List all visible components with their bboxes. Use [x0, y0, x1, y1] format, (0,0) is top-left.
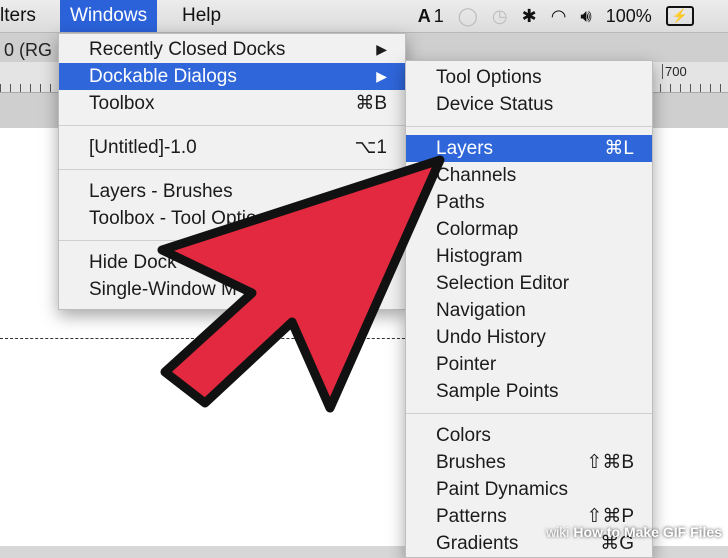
menu-item-undo-history[interactable]: Undo History	[406, 324, 652, 351]
menu-item-label: Sample Points	[436, 381, 559, 402]
menu-item-label: Hide Dock	[89, 252, 177, 273]
adobe-icon[interactable]: A1	[418, 6, 444, 27]
menu-item-label: Layers - Brushes	[89, 181, 233, 202]
menu-separator	[59, 169, 405, 170]
menu-item-tool-options[interactable]: Tool Options	[406, 64, 652, 91]
menu-item-device-status[interactable]: Device Status	[406, 91, 652, 118]
menu-item-dockable-dialogs[interactable]: Dockable Dialogs ▶	[59, 63, 405, 90]
windows-menu: Recently Closed Docks ▶ Dockable Dialogs…	[58, 33, 406, 310]
watermark: wiki How to Make GIF Files	[546, 524, 722, 540]
menu-item-label: Undo History	[436, 327, 546, 348]
menu-item-label: Toolbox	[89, 93, 155, 114]
menu-item-toolbox[interactable]: Toolbox ⌘B	[59, 90, 405, 117]
menu-item-single-window-mode[interactable]: Single-Window M	[59, 276, 405, 303]
status-area: A1 ◯ ◷ ✱ ◠ 🔊︎ 100% ⚡	[418, 0, 694, 32]
menu-item-selection-editor[interactable]: Selection Editor	[406, 270, 652, 297]
menu-item-label: Colormap	[436, 219, 519, 240]
ruler-mark: 700	[662, 64, 687, 79]
shortcut-label: ⇧⌘B	[586, 452, 634, 473]
shortcut-label: ⌘B	[355, 93, 387, 114]
menu-item-navigation[interactable]: Navigation	[406, 297, 652, 324]
menu-item-label: Device Status	[436, 94, 554, 115]
menu-item-toolbox-tool-options[interactable]: Toolbox - Tool Optio	[59, 205, 405, 232]
menu-filters[interactable]: lters	[0, 4, 36, 28]
menu-item-label: Tool Options	[436, 67, 542, 88]
menu-item-brushes[interactable]: Brushes ⇧⌘B	[406, 449, 652, 476]
menu-item-label: Single-Window M	[89, 279, 237, 300]
menu-item-hide-docks[interactable]: Hide Dock	[59, 249, 405, 276]
menu-separator	[406, 126, 652, 127]
menu-item-label: Toolbox - Tool Optio	[89, 208, 257, 229]
menu-item-channels[interactable]: Channels	[406, 162, 652, 189]
battery-percent: 100%	[605, 5, 652, 26]
menu-item-layers[interactable]: Layers ⌘L	[406, 135, 652, 162]
menu-item-label: Paths	[436, 192, 485, 213]
menu-item-label: Selection Editor	[436, 273, 570, 294]
menu-item-colormap[interactable]: Colormap	[406, 216, 652, 243]
menu-separator	[406, 413, 652, 414]
menu-item-pointer[interactable]: Pointer	[406, 351, 652, 378]
dockable-dialogs-submenu: Tool Options Device Status Layers ⌘L Cha…	[405, 60, 653, 558]
watermark-text: How to Make GIF Files	[573, 524, 722, 540]
menu-item-label: Dockable Dialogs	[89, 66, 237, 87]
menu-item-label: Gradients	[436, 533, 519, 554]
adobe-count: 1	[433, 5, 444, 26]
menu-item-label: [Untitled]-1.0	[89, 137, 197, 158]
menu-item-paths[interactable]: Paths	[406, 189, 652, 216]
menu-bar: lters Windows Help A1 ◯ ◷ ✱ ◠ 🔊︎ 100% ⚡	[0, 0, 728, 33]
menu-help[interactable]: Help	[182, 4, 221, 28]
battery-icon[interactable]: ⚡	[665, 6, 694, 26]
menu-item-histogram[interactable]: Histogram	[406, 243, 652, 270]
menu-item-label: Pointer	[436, 354, 497, 375]
menu-item-label: Recently Closed Docks	[89, 39, 286, 60]
menu-item-layers-brushes[interactable]: Layers - Brushes	[59, 178, 405, 205]
menu-item-label: Patterns	[436, 506, 507, 527]
menu-item-label: Brushes	[436, 452, 506, 473]
shortcut-label: ⌘L	[604, 138, 634, 159]
shortcut-label: ⌥1	[354, 137, 387, 158]
menu-item-untitled-image[interactable]: [Untitled]-1.0 ⌥1	[59, 134, 405, 161]
selection-marquee	[0, 338, 420, 339]
menu-windows[interactable]: Windows	[60, 0, 158, 32]
menu-item-colors[interactable]: Colors	[406, 422, 652, 449]
menu-item-sample-points[interactable]: Sample Points	[406, 378, 652, 405]
submenu-arrow-icon: ▶	[376, 68, 387, 84]
chat-bubble-icon[interactable]: ◯	[458, 6, 478, 27]
menu-item-label: Layers	[436, 138, 494, 159]
menu-item-label: Channels	[436, 165, 517, 186]
menu-separator	[59, 240, 405, 241]
wifi-icon[interactable]: ◠	[551, 6, 567, 27]
time-machine-icon[interactable]: ◷	[492, 6, 508, 27]
menu-item-recently-closed-docks[interactable]: Recently Closed Docks ▶	[59, 36, 405, 63]
menu-item-label: Navigation	[436, 300, 526, 321]
watermark-prefix: wiki	[546, 524, 570, 540]
menu-item-label: Histogram	[436, 246, 523, 267]
menu-separator	[59, 125, 405, 126]
submenu-arrow-icon: ▶	[376, 41, 387, 57]
menu-item-paint-dynamics[interactable]: Paint Dynamics	[406, 476, 652, 503]
volume-icon[interactable]: 🔊︎	[580, 6, 591, 27]
menu-item-label: Paint Dynamics	[436, 479, 568, 500]
window-title: 0 (RG	[4, 40, 53, 60]
menu-item-label: Colors	[436, 425, 491, 446]
bluetooth-icon[interactable]: ✱	[522, 6, 537, 27]
